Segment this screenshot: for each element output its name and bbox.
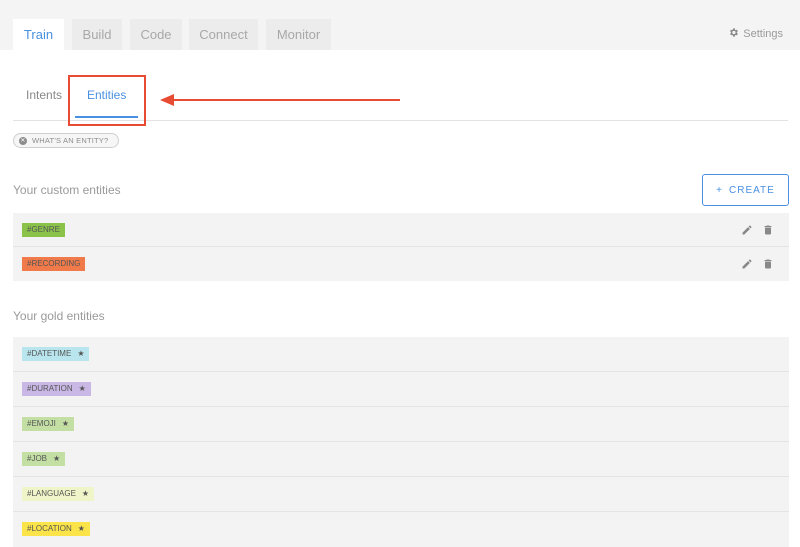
gold-entity-row: #LANGUAGE ★ xyxy=(13,477,789,512)
trash-icon[interactable] xyxy=(762,224,774,236)
star-icon: ★ xyxy=(81,489,90,498)
entity-tag[interactable]: #DURATION ★ xyxy=(22,382,91,396)
entity-name: #DATETIME xyxy=(27,349,72,358)
entity-tag[interactable]: #RECORDING xyxy=(22,257,86,271)
entity-name: #GENRE xyxy=(27,225,60,234)
tab-connect[interactable]: Connect xyxy=(189,19,258,50)
trash-icon[interactable] xyxy=(762,258,774,270)
annotation-highlight-box xyxy=(68,75,146,126)
gear-icon xyxy=(728,27,739,41)
entity-tag[interactable]: #EMOJI ★ xyxy=(22,417,75,431)
custom-entities-title: Your custom entities xyxy=(13,183,121,197)
gold-entity-row: #JOB ★ xyxy=(13,442,789,477)
entity-name: #JOB xyxy=(27,454,48,463)
star-icon: ★ xyxy=(78,384,86,393)
gold-entity-row: #DURATION ★ xyxy=(13,372,789,407)
star-icon: ★ xyxy=(53,454,61,463)
plus-icon: + xyxy=(716,184,723,196)
entity-name: #EMOJI xyxy=(27,419,56,428)
gold-entities-title: Your gold entities xyxy=(13,309,105,323)
entity-name: #LANGUAGE xyxy=(27,489,76,498)
close-circle-icon: ✕ xyxy=(19,136,27,145)
tab-monitor[interactable]: Monitor xyxy=(266,19,331,50)
entity-name: #RECORDING xyxy=(27,259,81,268)
create-label: CREATE xyxy=(729,184,775,196)
entity-tag[interactable]: #DATETIME ★ xyxy=(22,347,90,361)
gold-entity-row: #DATETIME ★ xyxy=(13,337,789,372)
settings-button[interactable]: Settings xyxy=(728,27,783,41)
entity-tag[interactable]: #LOCATION ★ xyxy=(22,522,90,536)
pencil-icon[interactable] xyxy=(741,258,753,270)
subtab-intents[interactable]: Intents xyxy=(26,88,62,102)
gold-entities-list: #DATETIME ★ #DURATION ★ #EMOJI ★ #JOB ★ … xyxy=(13,337,789,547)
star-icon: ★ xyxy=(77,524,85,533)
entity-tag[interactable]: #LANGUAGE ★ xyxy=(22,487,95,501)
entity-tag[interactable]: #GENRE xyxy=(22,223,65,237)
tab-code[interactable]: Code xyxy=(130,19,182,50)
star-icon: ★ xyxy=(61,419,70,428)
gold-entity-row: #LOCATION ★ xyxy=(13,512,789,547)
tab-build[interactable]: Build xyxy=(72,19,122,50)
custom-entities-list: #GENRE #RECORDING xyxy=(13,213,789,281)
whats-an-entity-chip[interactable]: ✕ WHAT'S AN ENTITY? xyxy=(13,133,119,148)
tab-train[interactable]: Train xyxy=(13,19,64,50)
help-chip-label: WHAT'S AN ENTITY? xyxy=(32,136,109,145)
annotation-arrow xyxy=(160,94,400,106)
gold-entity-row: #EMOJI ★ xyxy=(13,407,789,442)
pencil-icon[interactable] xyxy=(741,224,753,236)
star-icon: ★ xyxy=(77,349,85,358)
custom-entity-row: #RECORDING xyxy=(13,247,789,281)
create-entity-button[interactable]: + CREATE xyxy=(702,174,789,206)
settings-label: Settings xyxy=(743,28,783,40)
entity-name: #LOCATION xyxy=(27,524,72,533)
top-nav-bar: Train Build Code Connect Monitor Setting… xyxy=(0,0,800,50)
custom-entity-row: #GENRE xyxy=(13,213,789,247)
entity-name: #DURATION xyxy=(27,384,73,393)
entity-tag[interactable]: #JOB ★ xyxy=(22,452,66,466)
